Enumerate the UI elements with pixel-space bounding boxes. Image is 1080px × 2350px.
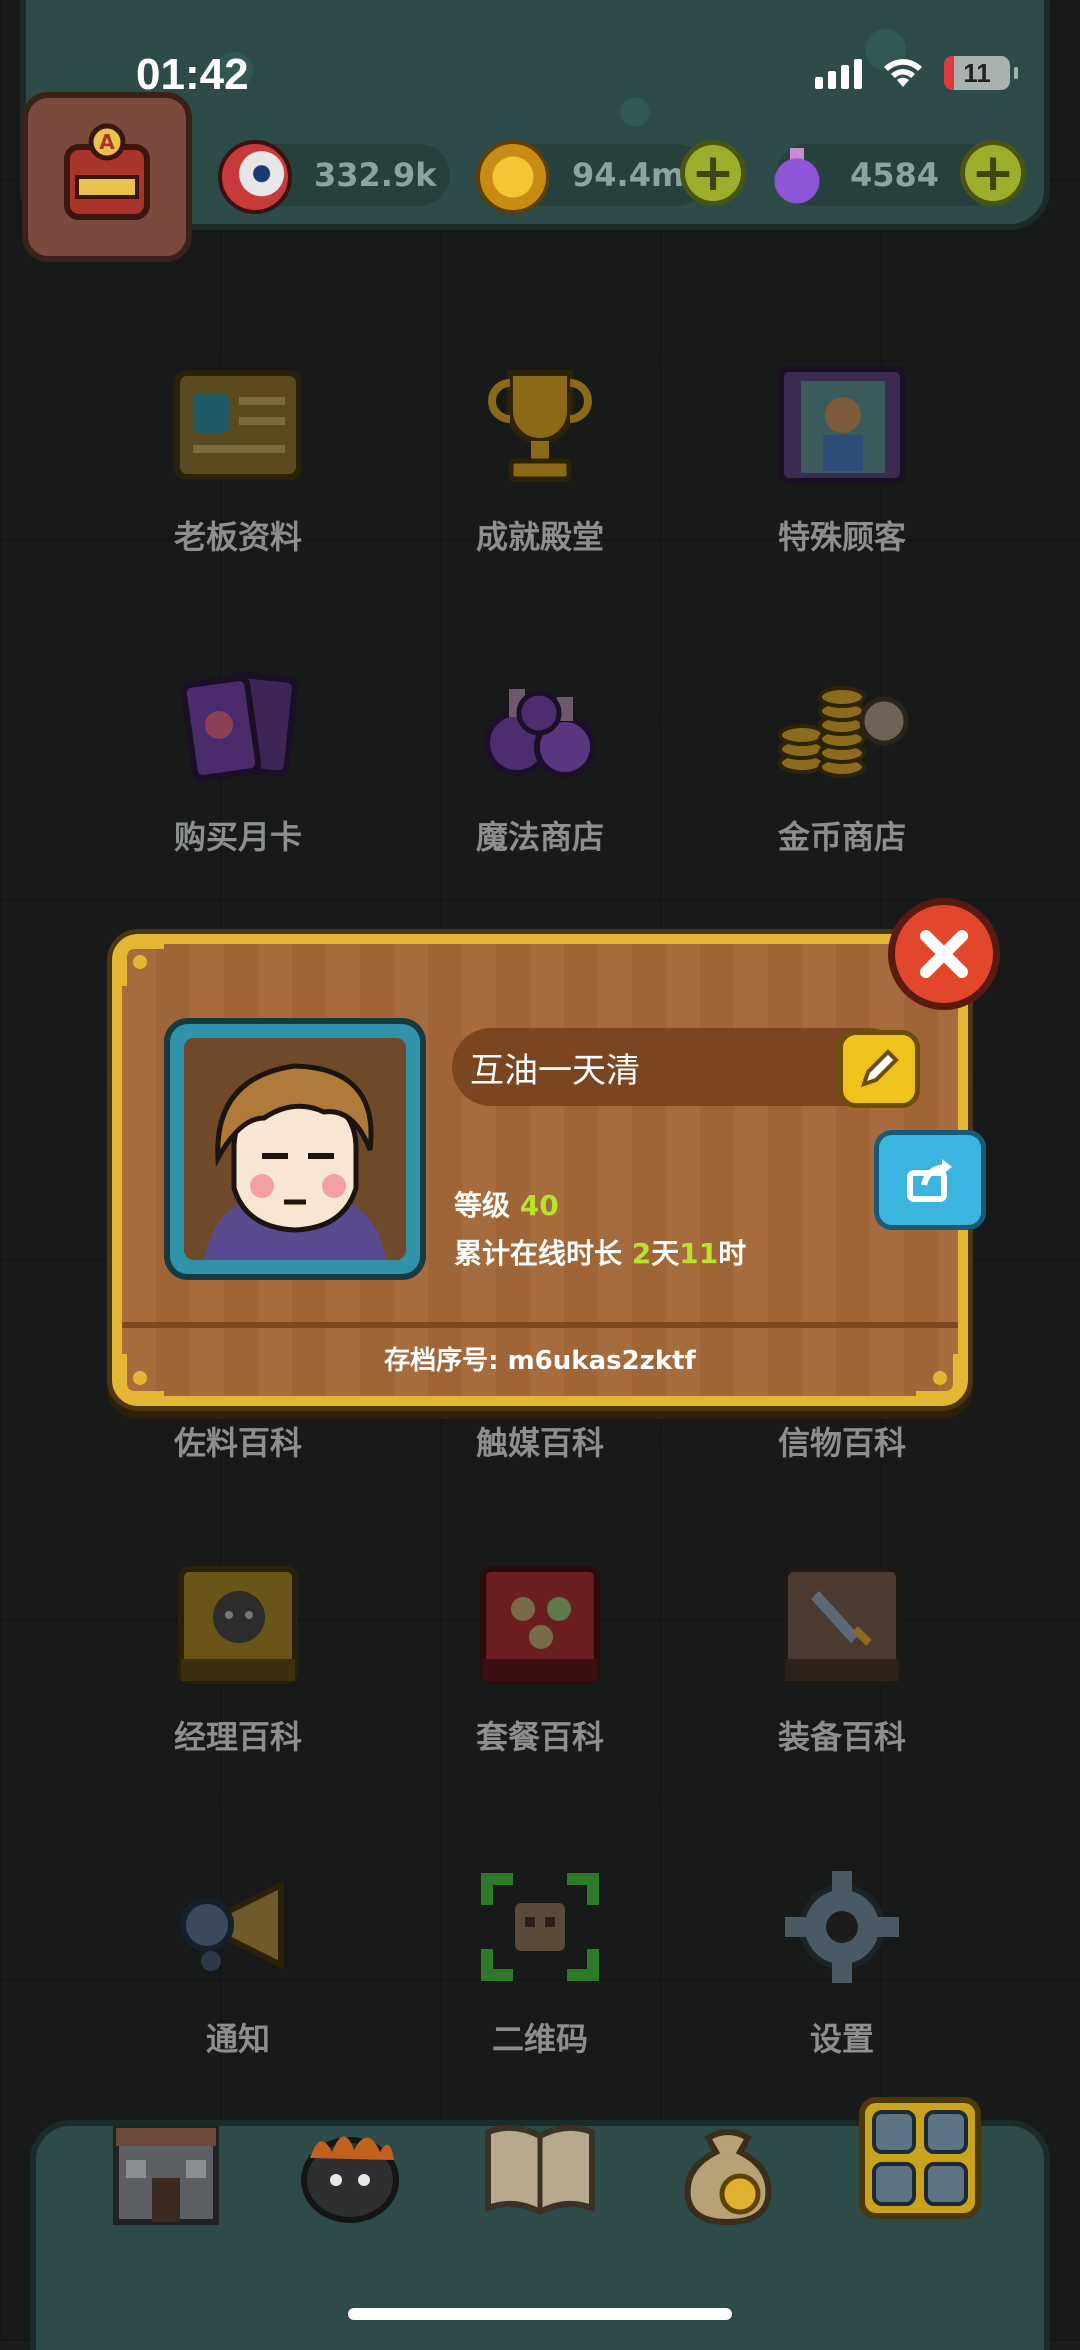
menu-achievement-hall[interactable]: 成就殿堂 xyxy=(430,360,650,590)
menu-label: 魔法商店 xyxy=(475,818,604,856)
menu-grid-icon xyxy=(859,2097,981,2219)
menu-manager-encyclopedia[interactable]: 经理百科 xyxy=(128,1560,348,1790)
potion-count: 4584 xyxy=(850,156,940,194)
add-coins-button[interactable]: + xyxy=(680,140,746,206)
nav-money-bag[interactable] xyxy=(668,2108,788,2228)
customer-portrait-icon xyxy=(772,360,912,490)
wifi-icon xyxy=(884,59,922,87)
menu-label: 金币商店 xyxy=(777,818,906,856)
menu-label: 佐料百科 xyxy=(173,1424,302,1462)
online-days: 2 xyxy=(631,1237,652,1270)
menu-label: 特殊顾客 xyxy=(777,518,906,556)
cellular-signal-icon xyxy=(815,57,862,89)
player-online-time: 累计在线时长 2天11时 xyxy=(454,1232,746,1272)
menu-equipment-encyclopedia[interactable]: 装备百科 xyxy=(732,1560,952,1790)
menu-buy-monthly-card[interactable]: 购买月卡 xyxy=(128,660,348,890)
add-potions-button[interactable]: + xyxy=(960,140,1026,206)
eyeball-icon xyxy=(218,140,292,214)
nav-restaurant[interactable] xyxy=(106,2108,226,2228)
nav-menu-grid[interactable] xyxy=(858,2096,982,2220)
edit-name-button[interactable] xyxy=(838,1030,920,1108)
id-card-icon xyxy=(168,360,308,490)
menu-special-customers[interactable]: 特殊顾客 xyxy=(732,360,952,590)
menu-label: 购买月卡 xyxy=(173,818,302,856)
megaphone-icon xyxy=(168,1862,308,1992)
meal-book-icon xyxy=(470,1560,610,1690)
days-unit: 天 xyxy=(651,1237,680,1270)
save-serial-number: 存档序号: m6ukas2zktf xyxy=(384,1346,696,1376)
eye-count: 332.9k xyxy=(314,156,437,194)
nav-book[interactable] xyxy=(480,2108,600,2228)
corner-ornament-icon xyxy=(117,939,164,986)
menu-gold-shop[interactable]: 金币商店 xyxy=(732,660,952,890)
menu-boss-profile[interactable]: 老板资料 xyxy=(128,360,348,590)
battery-level: 11 xyxy=(963,57,991,88)
plank-divider xyxy=(122,1322,958,1328)
menu-label: 经理百科 xyxy=(173,1718,302,1756)
menu-label: 信物百科 xyxy=(777,1424,906,1462)
status-icons: 11 xyxy=(815,56,1018,90)
open-book-icon xyxy=(485,2124,595,2216)
close-button[interactable] xyxy=(888,898,1000,1010)
share-icon xyxy=(907,1159,952,1202)
magic-potions-icon xyxy=(470,660,610,790)
manager-book-icon xyxy=(168,1560,308,1690)
online-time-label: 累计在线时长 xyxy=(454,1237,623,1270)
money-bag-icon xyxy=(684,2129,772,2226)
qr-code-icon xyxy=(470,1862,610,1992)
svg-text:A: A xyxy=(99,130,115,154)
menu-label: 套餐百科 xyxy=(475,1718,604,1756)
boss-avatar-button[interactable]: A xyxy=(22,92,192,262)
menu-label: 通知 xyxy=(205,2020,270,2058)
menu-meal-encyclopedia[interactable]: 套餐百科 xyxy=(430,1560,650,1790)
menu-label: 成就殿堂 xyxy=(475,518,604,556)
home-indicator[interactable] xyxy=(348,2308,732,2320)
level-label: 等级 xyxy=(454,1189,511,1222)
pencil-icon xyxy=(860,1049,899,1088)
nav-kitchen[interactable] xyxy=(290,2108,410,2228)
menu-label: 老板资料 xyxy=(173,518,302,556)
menu-label: 设置 xyxy=(809,2020,874,2058)
coin-icon xyxy=(476,140,550,214)
share-button[interactable] xyxy=(874,1130,986,1230)
coin-resource: 94.4m xyxy=(476,140,708,214)
player-level: 等级 40 xyxy=(454,1184,559,1224)
level-value: 40 xyxy=(519,1189,559,1222)
close-icon xyxy=(920,930,968,978)
battery-icon: 11 xyxy=(944,56,1018,90)
menu-label: 触媒百科 xyxy=(475,1424,604,1462)
gear-icon xyxy=(772,1862,912,1992)
menu-label: 二维码 xyxy=(491,2020,588,2058)
restaurant-building-icon xyxy=(113,2125,219,2225)
menu-magic-shop[interactable]: 魔法商店 xyxy=(430,660,650,890)
boss-crown-icon: A xyxy=(64,123,150,220)
hours-unit: 时 xyxy=(718,1237,747,1270)
player-portrait xyxy=(164,1018,426,1280)
player-face-icon xyxy=(184,1038,406,1260)
potion-icon xyxy=(764,140,830,206)
player-name: 互油一天清 xyxy=(470,1050,640,1091)
coin-count: 94.4m xyxy=(572,156,685,194)
eye-resource: 332.9k xyxy=(218,140,450,214)
monthly-card-icon xyxy=(168,660,308,790)
menu-notifications[interactable]: 通知 xyxy=(128,1862,348,2092)
menu-settings[interactable]: 设置 xyxy=(732,1862,952,2092)
coin-stacks-icon xyxy=(772,660,912,790)
menu-label: 装备百科 xyxy=(777,1718,906,1756)
menu-qr-code[interactable]: 二维码 xyxy=(430,1862,650,2092)
equipment-book-icon xyxy=(772,1560,912,1690)
monster-kitchen-icon xyxy=(301,2136,399,2223)
online-hours: 11 xyxy=(679,1237,719,1270)
trophy-icon xyxy=(470,360,610,490)
